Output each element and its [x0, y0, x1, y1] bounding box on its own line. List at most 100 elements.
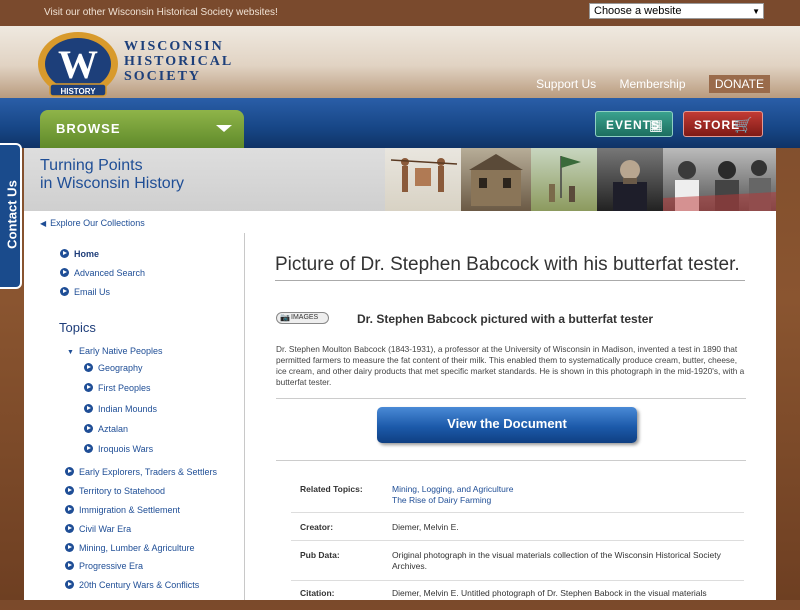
topic-label: Territory to Statehood	[79, 486, 166, 496]
photo-civil-war-officer	[597, 148, 663, 211]
topic-aztalan[interactable]: Aztalan	[84, 424, 128, 434]
topic-civil-war-era[interactable]: Civil War Era	[65, 524, 131, 534]
logo-letter: W	[58, 42, 98, 87]
arrow-bullet-icon	[65, 543, 74, 552]
cart-icon: 🛒	[734, 117, 754, 134]
photo-flag-painting	[531, 148, 597, 211]
topic-label: Civil War Era	[79, 524, 132, 534]
section-title-line2: in Wisconsin History	[40, 175, 185, 192]
topic-indian-mounds[interactable]: Indian Mounds	[84, 404, 157, 414]
arrow-bullet-icon	[84, 424, 93, 433]
topic-mining-lumber[interactable]: Mining, Lumber & Agriculture	[65, 543, 195, 553]
donate-button[interactable]: DONATE	[708, 75, 770, 93]
topic-immigration[interactable]: Immigration & Settlement	[65, 505, 180, 515]
explore-label: Explore Our Collections	[50, 218, 145, 228]
topic-label: Indian Mounds	[98, 404, 158, 414]
contact-us-tab[interactable]: Contact Us	[0, 143, 22, 289]
related-topics-label: Related Topics:	[300, 484, 363, 494]
topic-first-peoples[interactable]: First Peoples	[84, 383, 151, 393]
history-photo-strip	[385, 148, 776, 211]
page-title: Picture of Dr. Stephen Babcock with his …	[275, 254, 745, 281]
section-title[interactable]: Turning Points in Wisconsin History	[40, 157, 184, 193]
topic-iroquois-wars[interactable]: Iroquois Wars	[84, 444, 153, 454]
camera-icon: 📷	[280, 313, 290, 322]
arrow-bullet-icon	[84, 404, 93, 413]
support-us-link[interactable]: Support Us	[536, 77, 596, 91]
arrow-bullet-icon	[84, 363, 93, 372]
pubdata-value: Original photograph in the visual materi…	[392, 550, 721, 571]
photo-log-cabin	[461, 148, 531, 211]
topic-20th-century-wars[interactable]: 20th Century Wars & Conflicts	[65, 580, 199, 590]
topic-label: Aztalan	[98, 424, 129, 434]
membership-link[interactable]: Membership	[620, 77, 686, 91]
chevron-down-icon	[216, 125, 232, 132]
topic-territory-to-statehood[interactable]: Territory to Statehood	[65, 486, 165, 496]
divider	[276, 460, 746, 461]
arrow-bullet-icon	[65, 524, 74, 533]
citation-row: Citation: Diemer, Melvin E. Untitled pho…	[291, 580, 744, 610]
sidebar-item-email-us[interactable]: Email Us	[60, 287, 145, 306]
explore-collections-link[interactable]: ◀ Explore Our Collections	[40, 218, 145, 228]
related-topic-link[interactable]: Mining, Logging, and Agriculture	[392, 484, 737, 495]
store-label: STORE	[694, 118, 741, 132]
arrow-bullet-icon	[84, 444, 93, 453]
citation-value: Diemer, Melvin E. Untitled photograph of…	[392, 588, 707, 598]
wordmark-line2: HISTORICAL	[124, 54, 234, 69]
arrow-bullet-icon	[60, 287, 69, 296]
pubdata-label: Pub Data:	[300, 550, 340, 560]
topic-progressive-era[interactable]: Progressive Era	[65, 561, 143, 571]
wordmark-line1: WISCONSIN	[124, 39, 224, 54]
events-button[interactable]: EVENTS ▦	[595, 111, 673, 137]
view-document-button[interactable]: View the Document	[377, 407, 637, 443]
topic-label: 20th Century Wars & Conflicts	[79, 580, 200, 590]
topic-label: Immigration & Settlement	[79, 505, 181, 515]
pubdata-row: Pub Data: Original photograph in the vis…	[291, 540, 744, 581]
topics-heading: Topics	[59, 320, 96, 335]
arrow-bullet-icon	[65, 505, 74, 514]
document-subtitle: Dr. Stephen Babcock pictured with a butt…	[357, 312, 654, 326]
browse-menu[interactable]: BROWSE	[40, 110, 244, 148]
chevron-left-icon: ◀	[40, 219, 47, 228]
topic-early-explorers[interactable]: Early Explorers, Traders & Settlers	[65, 467, 217, 477]
photo-native-peoples	[385, 148, 461, 211]
website-select-value: Choose a website	[594, 5, 682, 17]
browse-label: BROWSE	[56, 121, 121, 136]
calendar-icon: ▦	[648, 117, 664, 134]
related-topic-link[interactable]: The Rise of Dairy Farming	[392, 495, 737, 506]
section-banner: Turning Points in Wisconsin History	[24, 148, 385, 211]
images-badge: 📷 IMAGES	[276, 312, 329, 324]
sidebar-item-label: Email Us	[74, 287, 111, 297]
arrow-bullet-icon	[65, 561, 74, 570]
topic-early-native-peoples[interactable]: ▼ Early Native Peoples	[67, 346, 162, 356]
topic-label: First Peoples	[98, 383, 151, 393]
topic-label: Progressive Era	[79, 561, 144, 571]
creator-row: Creator: Diemer, Melvin E.	[291, 512, 744, 541]
creator-label: Creator:	[300, 522, 334, 532]
topic-label: Iroquois Wars	[98, 444, 154, 454]
citation-label: Citation:	[300, 588, 335, 598]
sidebar-item-advanced-search[interactable]: Advanced Search	[60, 268, 145, 287]
sidebar-links: Home Advanced Search Email Us	[60, 249, 145, 306]
topic-geography[interactable]: Geography	[84, 363, 143, 373]
sidebar-item-label: Advanced Search	[74, 268, 146, 278]
document-description: Dr. Stephen Moulton Babcock (1843-1931),…	[276, 344, 745, 387]
topic-label: Geography	[98, 363, 143, 373]
sidebar-item-home[interactable]: Home	[60, 249, 145, 268]
arrow-bullet-icon	[60, 268, 69, 277]
column-divider	[244, 233, 245, 600]
society-wordmark[interactable]: WISCONSIN HISTORICAL SOCIETY	[124, 39, 233, 84]
arrow-bullet-icon	[65, 467, 74, 476]
chevron-down-icon: ▼	[752, 7, 760, 16]
society-logo[interactable]: W HISTORY	[36, 30, 120, 100]
creator-value: Diemer, Melvin E.	[392, 522, 459, 532]
contact-us-label: Contact Us	[4, 180, 20, 249]
wordmark-line3: SOCIETY	[124, 69, 202, 84]
header-links: Support Us Membership DONATE	[516, 75, 770, 93]
topic-label: Early Explorers, Traders & Settlers	[79, 467, 218, 477]
website-select[interactable]: Choose a website ▼	[589, 3, 764, 19]
arrow-bullet-icon	[84, 383, 93, 392]
store-button[interactable]: STORE 🛒	[683, 111, 763, 137]
topic-label: Early Native Peoples	[78, 346, 163, 356]
other-sites-text: Visit our other Wisconsin Historical Soc…	[44, 7, 278, 18]
section-title-line1: Turning Points	[40, 157, 143, 174]
